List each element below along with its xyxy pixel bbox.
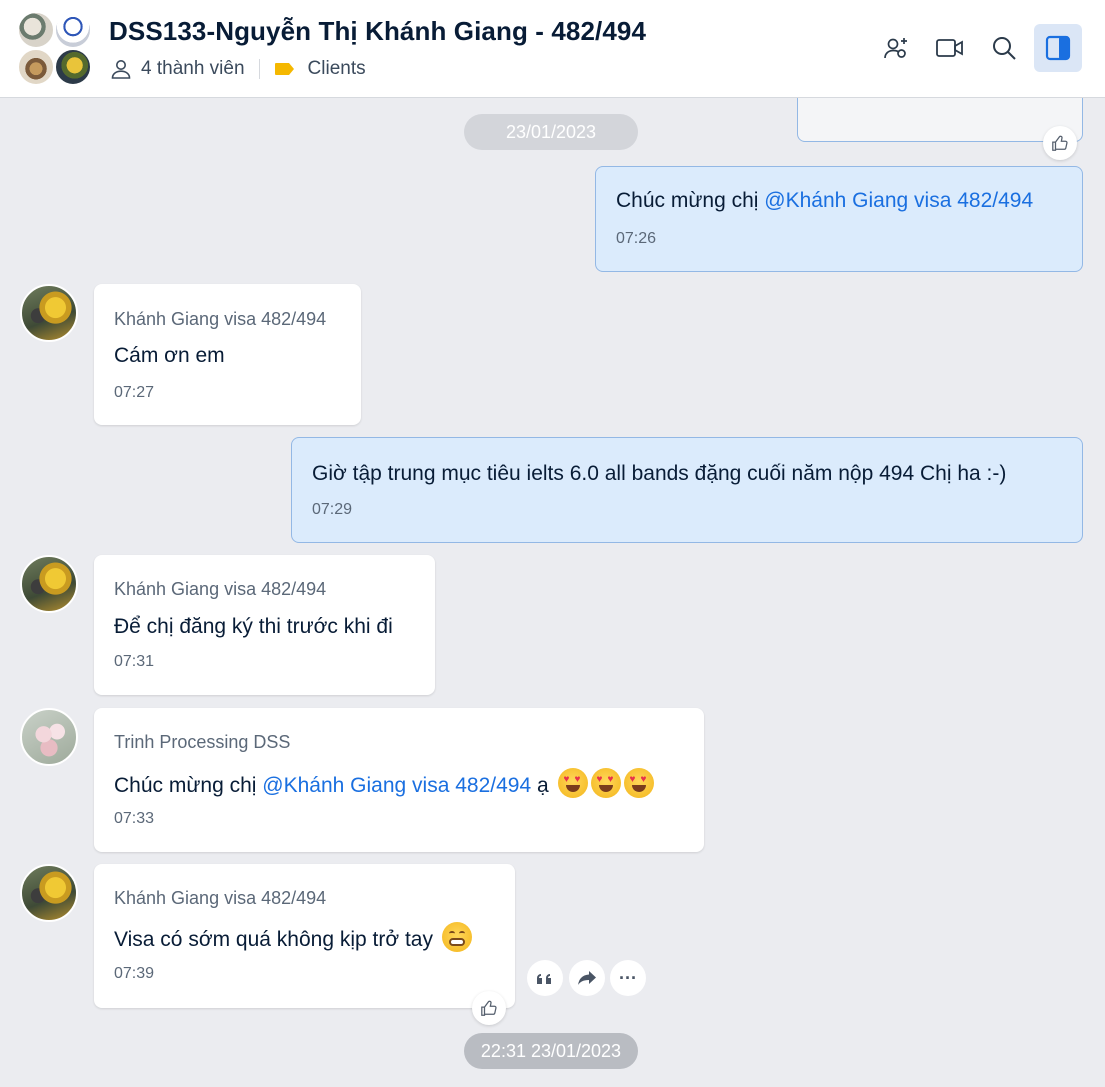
search-button[interactable] (980, 24, 1028, 72)
sender-avatar[interactable] (20, 708, 78, 766)
conversation-title[interactable]: DSS133-Nguyễn Thị Khánh Giang - 482/494 (109, 16, 646, 47)
heart-eyes-emoji: ♥ ♥ (623, 768, 654, 798)
video-camera-icon (936, 39, 963, 57)
message-time: 07:29 (312, 501, 353, 518)
message-text: Để chị đăng ký thi trước khi đi (114, 615, 393, 638)
grimacing-emoji (441, 922, 472, 952)
message-list[interactable]: 23/01/2023 Chúc mừng chị @Khánh Giang vi… (0, 89, 1105, 1087)
message-bubble-theirs[interactable]: Khánh Giang visa 482/494 Cám ơn em 07:27 (94, 284, 361, 425)
more-options-button[interactable]: ··· (610, 960, 646, 996)
message-time: 07:31 (114, 653, 155, 670)
member-avatar (18, 49, 54, 85)
date-separator: 23/01/2023 (464, 114, 638, 150)
toggle-info-panel-button[interactable] (1034, 24, 1082, 72)
forward-icon (578, 971, 596, 985)
sender-avatar[interactable] (20, 864, 78, 922)
mention-link[interactable]: @Khánh Giang visa 482/494 (262, 774, 531, 797)
divider (258, 59, 260, 79)
message-bubble-theirs[interactable]: Khánh Giang visa 482/494 Visa có sớm quá… (94, 864, 515, 1008)
group-avatar[interactable] (18, 12, 92, 86)
message-time: 07:39 (114, 965, 155, 982)
member-count[interactable]: 4 thành viên (141, 58, 245, 80)
conversation-meta: 4 thành viên Clients (109, 57, 366, 81)
forward-button[interactable] (569, 960, 605, 996)
chat-header: DSS133-Nguyễn Thị Khánh Giang - 482/494 … (0, 0, 1105, 98)
message-text: Cám ơn em (114, 344, 225, 367)
label-text[interactable]: Clients (308, 58, 366, 80)
sender-name[interactable]: Trinh Processing DSS (114, 732, 290, 753)
video-call-button[interactable] (926, 24, 974, 72)
thumbs-up-icon (1052, 135, 1068, 151)
message-bubble-mine[interactable]: Giờ tập trung mục tiêu ielts 6.0 all ban… (291, 437, 1083, 543)
search-icon (993, 37, 1016, 60)
timestamp-separator: 22:31 23/01/2023 (464, 1033, 638, 1069)
message-bubble-mine[interactable]: Chúc mừng chị @Khánh Giang visa 482/494 … (595, 166, 1083, 272)
sender-name[interactable]: Khánh Giang visa 482/494 (114, 579, 326, 600)
mention-link[interactable]: @Khánh Giang visa 482/494 (764, 189, 1033, 212)
add-member-icon (884, 38, 907, 59)
message-bubble-theirs[interactable]: Khánh Giang visa 482/494 Để chị đăng ký … (94, 555, 435, 695)
sidebar-panel-icon (1045, 35, 1071, 61)
sender-avatar[interactable] (20, 284, 78, 342)
member-avatar (55, 12, 91, 48)
message-time: 07:26 (616, 230, 657, 247)
like-reaction-button[interactable] (472, 991, 506, 1025)
message-text: Chúc mừng chị @Khánh Giang visa 482/494 … (114, 768, 654, 798)
sender-name[interactable]: Khánh Giang visa 482/494 (114, 309, 326, 330)
sender-name[interactable]: Khánh Giang visa 482/494 (114, 888, 326, 909)
message-text: Chúc mừng chị @Khánh Giang visa 482/494 (616, 189, 1034, 212)
sender-avatar[interactable] (20, 555, 78, 613)
message-time: 07:27 (114, 384, 155, 401)
quote-icon (537, 974, 551, 984)
quote-reply-button[interactable] (527, 960, 563, 996)
thumbs-up-icon (481, 1000, 497, 1016)
person-icon (111, 60, 131, 79)
heart-eyes-emoji: ♥ ♥ (557, 768, 588, 798)
add-member-button[interactable] (872, 24, 920, 72)
label-tag-icon[interactable] (274, 61, 296, 77)
like-reaction-button[interactable] (1043, 126, 1077, 160)
heart-eyes-emoji: ♥ ♥ (590, 768, 621, 798)
message-text: Giờ tập trung mục tiêu ielts 6.0 all ban… (312, 462, 1007, 485)
member-avatar (55, 49, 91, 85)
message-bubble-theirs[interactable]: Trinh Processing DSS Chúc mừng chị @Khán… (94, 708, 704, 852)
member-avatar (18, 12, 54, 48)
message-time: 07:33 (114, 810, 155, 827)
message-text: Visa có sớm quá không kịp trở tay (114, 922, 472, 952)
